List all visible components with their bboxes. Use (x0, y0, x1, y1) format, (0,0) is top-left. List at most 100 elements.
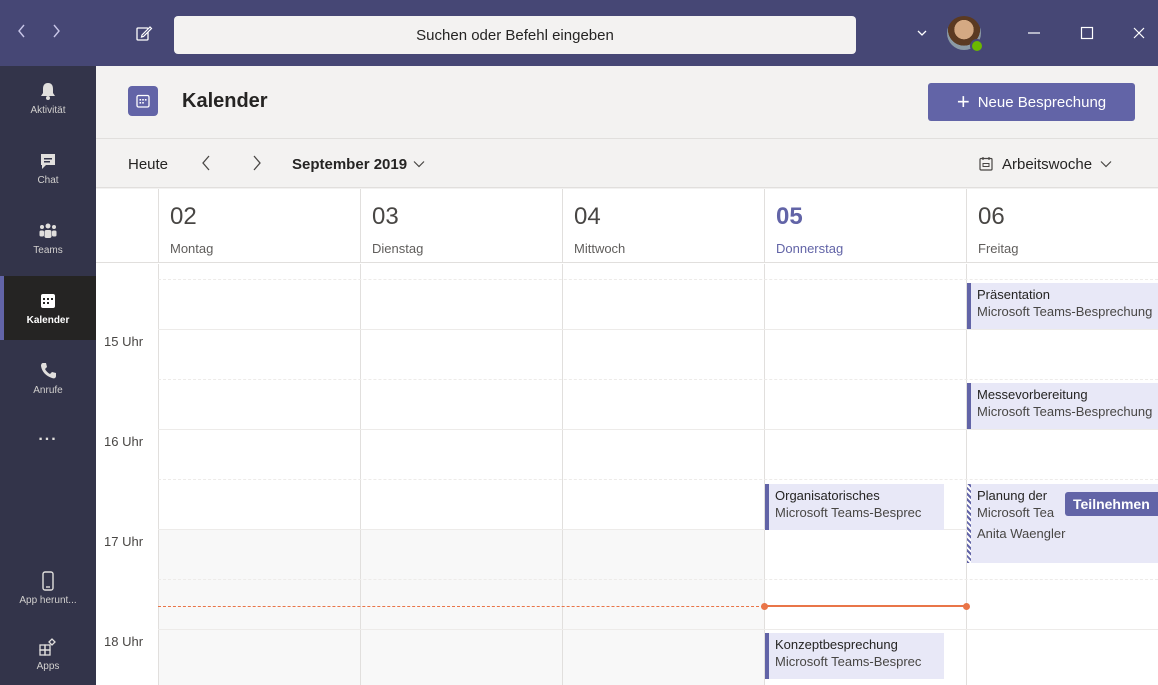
event-location: Microsoft Teams-Besprechung (977, 304, 1153, 319)
half-hour-line (158, 579, 1158, 580)
plus-icon: + (956, 89, 970, 114)
event-konzeptbesprechung[interactable]: Konzeptbesprechung Microsoft Teams-Bespr… (765, 633, 944, 679)
view-selector[interactable]: Arbeitswoche (978, 139, 1112, 189)
day-name: Montag (170, 241, 214, 256)
close-icon[interactable] (1132, 0, 1146, 66)
calendar-app-icon (128, 86, 158, 116)
day-header-wednesday[interactable]: 04 Mittwoch (562, 189, 764, 263)
calendar-view-icon (979, 157, 993, 171)
view-label: Arbeitswoche (1002, 155, 1093, 173)
day-header-friday[interactable]: 06 Freitag (966, 189, 1158, 263)
app-rail: Aktivität Chat Teams Kalender Anrufe ...… (0, 66, 96, 685)
presence-icon (970, 39, 984, 53)
rail-item-activity[interactable]: Aktivität (0, 66, 96, 130)
current-time-line-today (764, 605, 966, 607)
chevron-down-icon[interactable] (917, 0, 927, 66)
forward-icon[interactable] (50, 24, 62, 43)
time-gutter-header (96, 189, 158, 263)
avatar[interactable] (947, 16, 984, 53)
join-button[interactable]: Teilnehmen (1065, 492, 1158, 516)
event-planung[interactable]: Planung der Microsoft Tea Anita Waengler… (967, 484, 1158, 563)
day-header-thursday[interactable]: 05 Donnerstag (764, 189, 966, 263)
minimize-icon[interactable] (1027, 0, 1041, 66)
today-button[interactable]: Heute (128, 139, 168, 189)
event-location: Microsoft Teams-Besprec (775, 654, 922, 669)
event-messevorbereitung[interactable]: Messevorbereitung Microsoft Teams-Bespre… (967, 383, 1158, 429)
rail-item-label: Teams (33, 244, 63, 256)
rail-item-label: Anrufe (33, 384, 63, 396)
event-location: Microsoft Teams-Besprechung (977, 404, 1153, 419)
calendar-toolbar: Heute September 2019 Arbeitswoche (96, 138, 1158, 188)
bell-icon (41, 82, 55, 100)
calendar-icon (41, 293, 55, 308)
hour-label: 17 Uhr (104, 534, 144, 549)
day-name: Freitag (978, 241, 1019, 256)
day-number: 04 (574, 203, 601, 230)
hour-line (158, 629, 1158, 630)
day-name: Dienstag (372, 241, 424, 256)
calendar-header: Kalender + Neue Besprechung (96, 66, 1158, 138)
event-title: Konzeptbesprechung (775, 637, 898, 652)
more-icon: ... (38, 427, 58, 444)
title-bar: Suchen oder Befehl eingeben (0, 0, 1158, 66)
rail-item-label: Kalender (26, 314, 70, 326)
rail-item-calls[interactable]: Anrufe (0, 346, 96, 410)
chevron-left-icon[interactable] (200, 154, 212, 176)
new-meeting-button[interactable]: + Neue Besprechung (928, 83, 1135, 121)
day-name: Donnerstag (776, 241, 844, 256)
rail-item-calendar[interactable]: Kalender (0, 276, 96, 340)
compose-icon[interactable] (135, 0, 153, 66)
day-header-monday[interactable]: 02 Montag (158, 189, 360, 263)
tentative-indicator (967, 484, 971, 563)
hour-label: 16 Uhr (104, 434, 144, 449)
hour-line (158, 329, 1158, 330)
chat-icon (41, 153, 55, 169)
current-time-dot (963, 603, 970, 610)
day-column-thursday[interactable] (764, 264, 765, 685)
day-number: 05 (776, 203, 803, 230)
day-column-wednesday[interactable] (562, 264, 563, 685)
rail-item-apps[interactable]: Apps (0, 622, 96, 685)
month-picker[interactable]: September 2019 (292, 139, 425, 189)
rail-item-download-app[interactable]: App herunt... (0, 556, 96, 620)
rail-item-label: Apps (36, 660, 60, 672)
rail-item-more[interactable]: ... (0, 404, 96, 468)
after-hours-shade (158, 529, 764, 685)
page-title: Kalender (182, 90, 268, 112)
phone-icon (41, 362, 56, 378)
rail-item-teams[interactable]: Teams (0, 206, 96, 270)
chevron-right-icon[interactable] (251, 154, 263, 176)
history-nav (16, 0, 62, 66)
day-name: Mittwoch (574, 241, 626, 256)
half-hour-line (158, 479, 1158, 480)
day-column-monday[interactable] (158, 264, 159, 685)
week-view: 02 Montag 03 Dienstag 04 Mittwoch 05 Don… (96, 189, 1158, 685)
half-hour-line (158, 279, 1158, 280)
teams-icon (39, 223, 57, 238)
rail-item-label: Aktivität (30, 104, 66, 116)
day-number: 03 (372, 203, 399, 230)
event-organizer: Anita Waengler (977, 526, 1066, 541)
new-meeting-label: Neue Besprechung (977, 93, 1107, 111)
apps-icon (39, 637, 56, 656)
event-location: Microsoft Teams-Besprec (775, 505, 922, 520)
current-time-line (158, 606, 764, 607)
back-icon[interactable] (16, 24, 28, 43)
event-praesentation[interactable]: Präsentation Microsoft Teams-Besprechung (967, 283, 1158, 329)
event-organisatorisches[interactable]: Organisatorisches Microsoft Teams-Bespre… (765, 484, 944, 530)
month-label: September 2019 (292, 155, 408, 173)
rail-item-chat[interactable]: Chat (0, 136, 96, 200)
half-hour-line (158, 379, 1158, 380)
rail-item-label: App herunt... (19, 594, 77, 606)
time-grid: 15 Uhr 16 Uhr 17 Uhr 18 Uhr Präsentation… (96, 264, 1158, 685)
event-title: Präsentation (977, 287, 1050, 302)
hour-label: 18 Uhr (104, 634, 144, 649)
day-column-tuesday[interactable] (360, 264, 361, 685)
event-title: Organisatorisches (775, 488, 880, 503)
maximize-icon[interactable] (1080, 0, 1094, 66)
day-header-tuesday[interactable]: 03 Dienstag (360, 189, 562, 263)
search-input[interactable]: Suchen oder Befehl eingeben (174, 16, 856, 54)
day-number: 02 (170, 203, 197, 230)
rail-item-label: Chat (37, 174, 59, 186)
current-time-dot (761, 603, 768, 610)
